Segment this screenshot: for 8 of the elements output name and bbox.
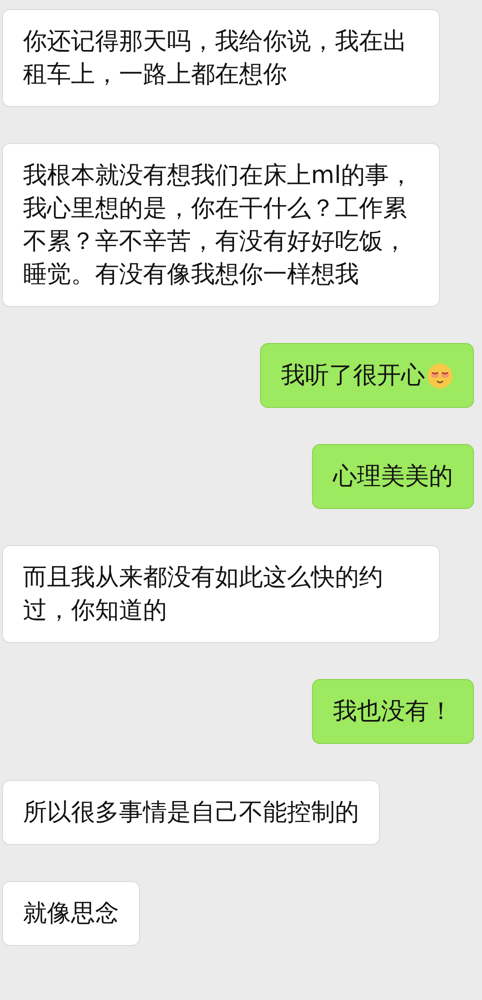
message-text: 心理美美的 [333, 461, 453, 492]
message-text: 我也没有！ [333, 696, 453, 727]
message-text: 我根本就没有想我们在床上ml的事，我心里想的是，你在干什么？工作累不累？辛不辛苦，有没有好好吃饭，睡觉。有没有像我想你一样想我 [23, 160, 414, 290]
message-text: 就像思念 [23, 898, 119, 929]
message-text: 所以很多事情是自己不能控制的 [23, 797, 359, 828]
message-text: 而且我从来都没有如此这么快的约过，你知道的 [23, 562, 384, 626]
message-text: 我听了很开心 [281, 360, 425, 391]
message-text: 你还记得那天吗，我给你说，我在出租车上，一路上都在想你 [23, 26, 408, 90]
